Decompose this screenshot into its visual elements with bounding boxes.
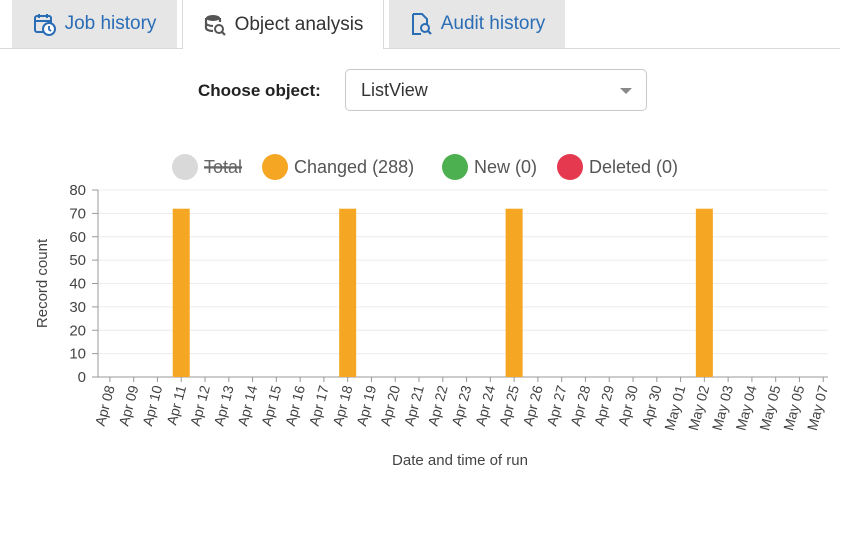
x-tick-label: Apr 25 — [496, 383, 522, 427]
x-tick-label: May 02 — [685, 383, 712, 432]
x-tick-label: Apr 30 — [615, 383, 641, 427]
x-tick-label: Apr 11 — [163, 383, 189, 426]
x-axis-label: Date and time of run — [392, 452, 528, 469]
bar-apr-25 — [505, 208, 523, 377]
y-tick-label: 10 — [69, 346, 86, 363]
legend-item-new[interactable]: New (0) — [442, 154, 537, 180]
object-select[interactable]: ListView — [345, 69, 647, 111]
y-tick-label: 20 — [69, 322, 86, 339]
x-tick-label: Apr 10 — [139, 383, 165, 427]
document-search-icon — [409, 12, 433, 36]
object-select-value: ListView — [361, 79, 428, 100]
x-tick-label: Apr 21 — [401, 383, 427, 427]
legend-item-changed[interactable]: Changed (288) — [262, 154, 414, 180]
tab-object-analysis[interactable]: Object analysis — [182, 0, 384, 49]
legend-swatch — [262, 154, 288, 180]
chevron-down-icon — [620, 88, 632, 94]
y-tick-label: 50 — [69, 252, 86, 269]
tab-bar: Job history Object analysis Audit histor… — [0, 0, 840, 49]
record-count-chart: 01020304050607080Apr 08Apr 09Apr 10Apr 1… — [34, 154, 831, 469]
bar-apr-11 — [172, 208, 190, 377]
y-tick-label: 0 — [78, 369, 86, 386]
y-tick-label: 30 — [69, 299, 86, 316]
x-tick-label: Apr 22 — [425, 383, 451, 427]
x-tick-label: Apr 19 — [353, 383, 379, 427]
x-tick-label: May 01 — [661, 383, 688, 432]
x-tick-label: Apr 09 — [115, 383, 141, 427]
legend-item-deleted[interactable]: Deleted (0) — [557, 154, 678, 180]
legend-swatch — [172, 154, 198, 180]
x-tick-label: Apr 18 — [329, 383, 355, 427]
x-tick-label: May 03 — [709, 383, 736, 432]
x-tick-label: Apr 28 — [567, 383, 593, 427]
choose-object-label: Choose object: — [198, 81, 321, 100]
legend-label: Deleted (0) — [589, 157, 678, 177]
x-tick-label: Apr 16 — [282, 383, 308, 427]
y-tick-label: 40 — [69, 276, 86, 293]
tab-audit-history[interactable]: Audit history — [389, 0, 565, 48]
x-tick-label: Apr 27 — [543, 383, 569, 427]
x-tick-label: Apr 12 — [187, 383, 213, 427]
calendar-clock-icon — [33, 12, 57, 36]
x-tick-label: Apr 14 — [234, 383, 260, 427]
legend-swatch — [557, 154, 583, 180]
legend-label: Changed (288) — [294, 157, 414, 177]
x-tick-label: Apr 24 — [472, 383, 498, 427]
x-tick-label: Apr 30 — [639, 383, 665, 427]
tab-job-history[interactable]: Job history — [12, 0, 177, 48]
x-tick-label: Apr 23 — [448, 383, 474, 427]
x-tick-label: May 07 — [804, 383, 831, 432]
y-tick-label: 70 — [69, 205, 86, 222]
bar-may-02 — [695, 208, 713, 377]
x-tick-label: Apr 20 — [377, 383, 403, 427]
legend-label: New (0) — [474, 157, 537, 177]
tab-audit-history-label: Audit history — [440, 13, 546, 34]
y-axis-label: Record count — [34, 238, 51, 328]
x-tick-label: Apr 26 — [520, 383, 546, 427]
legend-swatch — [442, 154, 468, 180]
x-tick-label: Apr 17 — [306, 383, 332, 427]
x-tick-label: Apr 13 — [211, 383, 237, 427]
tab-job-history-label: Job history — [64, 13, 157, 34]
x-tick-label: Apr 15 — [258, 383, 284, 427]
tab-object-analysis-label: Object analysis — [234, 13, 364, 35]
x-tick-label: Apr 29 — [591, 383, 617, 427]
x-tick-label: May 04 — [732, 383, 759, 432]
y-tick-label: 60 — [69, 229, 86, 246]
y-tick-label: 80 — [69, 182, 86, 199]
x-tick-label: May 05 — [780, 383, 807, 432]
bar-apr-18 — [339, 208, 357, 377]
x-tick-label: Apr 08 — [92, 383, 118, 427]
database-search-icon — [203, 13, 227, 37]
legend-item-total[interactable]: Total — [172, 154, 243, 180]
x-tick-label: May 05 — [756, 383, 783, 432]
